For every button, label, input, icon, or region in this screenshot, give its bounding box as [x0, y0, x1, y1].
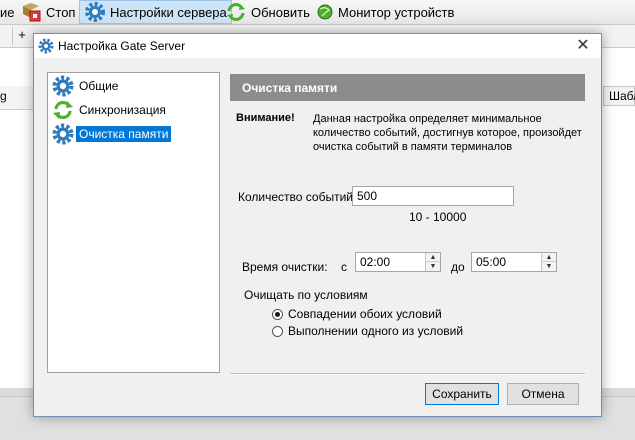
nav-item-sync[interactable]: Синхронизация	[52, 99, 169, 121]
cleanup-time-label: Время очистки:	[242, 260, 328, 274]
events-count-value: 500	[357, 189, 378, 203]
warning-label: Внимание!	[236, 112, 295, 124]
nav-item-general[interactable]: Общие	[52, 75, 121, 97]
refresh-button[interactable]: Обновить	[221, 0, 314, 24]
radio-any-condition[interactable]: Выполнении одного из условий	[272, 324, 463, 338]
column-label: g	[0, 89, 7, 103]
spin-up-icon[interactable]: ▲	[426, 253, 440, 262]
warning-text: Данная настройка определяет минимальное …	[313, 113, 582, 153]
radio-label: Совпадении обоих условий	[288, 307, 442, 321]
panel-title: Очистка памяти	[230, 74, 585, 101]
toolbar-item-label: Стоп	[46, 4, 76, 20]
toolbar-item-label: Монитор устройств	[338, 4, 455, 20]
divider	[230, 373, 585, 375]
nav-item-label: Очистка памяти	[76, 126, 172, 142]
device-monitor-button[interactable]: Монитор устройств	[312, 0, 458, 24]
events-label: Количество событий:	[238, 190, 357, 204]
radio-label: Выполнении одного из условий	[288, 324, 464, 338]
events-count-input[interactable]: 500	[352, 186, 514, 206]
globe-icon	[316, 3, 334, 21]
app-tab[interactable]	[0, 27, 13, 45]
settings-nav-tree: Общие Синхронизация Очистка памяти	[47, 72, 220, 373]
toolbar-item-label: Настройки сервера	[110, 4, 227, 20]
to-time-picker[interactable]: 05:00 ▲ ▼	[471, 252, 557, 272]
nav-item-label: Синхронизация	[79, 103, 166, 117]
server-settings-button[interactable]: Настройки сервера	[79, 0, 232, 24]
gear-icon	[38, 38, 54, 54]
events-range-hint: 10 - 10000	[409, 210, 467, 224]
toolbar-item-label: ие	[0, 4, 15, 20]
toolbar-item-label: Обновить	[251, 4, 310, 20]
spin-up-icon[interactable]: ▲	[542, 253, 556, 262]
cancel-button[interactable]: Отмена	[507, 383, 579, 405]
nav-item-memory-cleanup[interactable]: Очистка памяти	[52, 123, 172, 145]
dialog-title: Настройка Gate Server	[58, 39, 186, 53]
table-column-header[interactable]: g	[0, 86, 34, 110]
gear-icon	[52, 123, 74, 145]
radio-dot[interactable]	[272, 308, 283, 320]
stop-icon	[20, 2, 42, 22]
gear-icon	[52, 75, 74, 97]
sync-icon	[52, 99, 74, 121]
conditions-label: Очищать по условиям	[244, 288, 368, 302]
to-time-spinner[interactable]: ▲ ▼	[541, 253, 556, 271]
save-button[interactable]: Сохранить	[425, 383, 499, 405]
radio-both-conditions[interactable]: Совпадении обоих условий	[272, 307, 442, 321]
nav-item-label: Общие	[79, 79, 119, 93]
radio-dot[interactable]	[272, 325, 283, 337]
app-toolbar: ие Стоп Настройки сервера Обновить Монит…	[0, 0, 635, 25]
spin-down-icon[interactable]: ▼	[542, 262, 556, 271]
column-label: Шабл	[609, 89, 635, 103]
template-column-header[interactable]: Шабл	[603, 86, 635, 106]
from-time-picker[interactable]: 02:00 ▲ ▼	[355, 252, 441, 272]
close-button[interactable]: ✕	[571, 35, 595, 57]
to-time-value: 05:00	[476, 255, 507, 269]
settings-dialog: Настройка Gate Server ✕ Общие Синхрониза…	[33, 33, 602, 417]
gear-icon	[84, 2, 106, 22]
from-time-spinner[interactable]: ▲ ▼	[425, 253, 440, 271]
refresh-icon	[225, 2, 247, 22]
from-label: с	[341, 260, 347, 274]
stop-button[interactable]: Стоп	[16, 0, 79, 24]
to-label: до	[451, 260, 465, 274]
add-tab-button[interactable]: +	[14, 27, 30, 45]
dialog-titlebar[interactable]: Настройка Gate Server ✕	[34, 34, 601, 58]
from-time-value: 02:00	[360, 255, 391, 269]
spin-down-icon[interactable]: ▼	[426, 262, 440, 271]
